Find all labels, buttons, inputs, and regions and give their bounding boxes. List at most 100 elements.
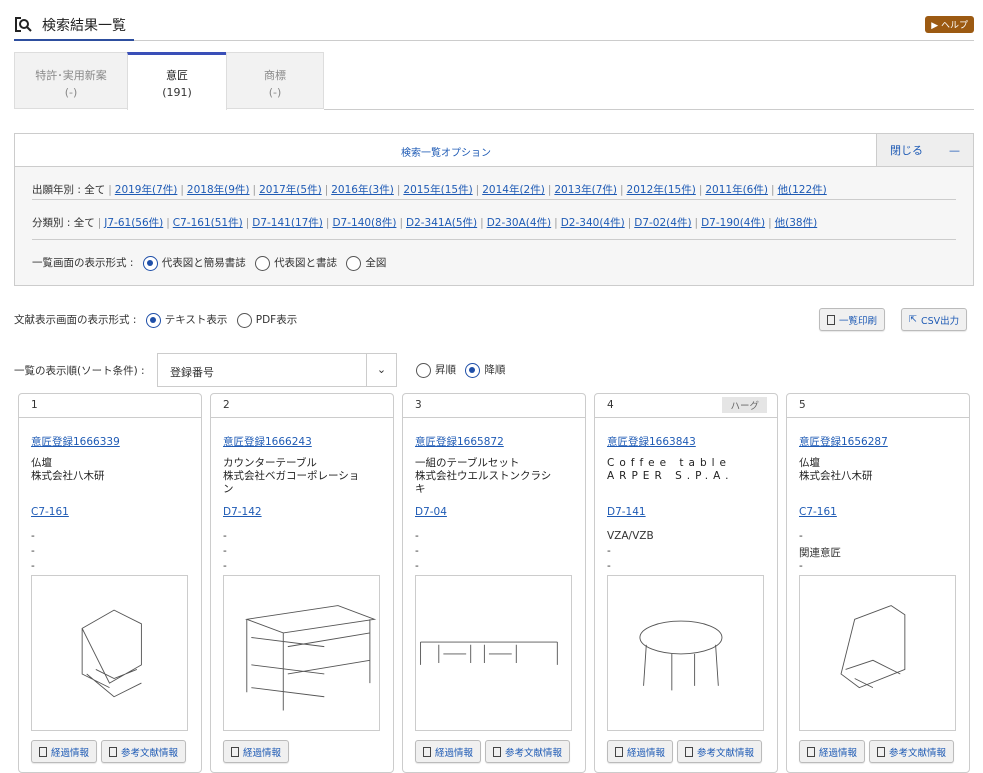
document-icon: [423, 747, 431, 757]
radio-label: 降順: [484, 364, 505, 376]
progress-info-button[interactable]: 経過情報: [31, 740, 97, 763]
tab-label: 商標: [227, 67, 323, 84]
year-filter-link[interactable]: 2018年(9件): [187, 184, 250, 196]
design-image[interactable]: [223, 575, 380, 731]
csv-export-button[interactable]: ⇱CSV出力: [901, 308, 967, 331]
sort-label: 一覧の表示順(ソート条件) :: [14, 363, 145, 378]
title-line: 株式会社八木研: [799, 470, 959, 483]
title-line: キ: [415, 483, 575, 496]
separator: |: [620, 184, 624, 196]
meta-line: -: [223, 545, 227, 557]
sort-order: 昇順 降順: [410, 362, 505, 378]
print-list-button[interactable]: 一覧印刷: [819, 308, 885, 331]
tab-patent[interactable]: 特許･実用新案(-): [14, 52, 128, 109]
class-filter: 分類別 : 全て|J7-61(56件)|C7-161(51件)|D7-141(1…: [32, 215, 956, 230]
design-image[interactable]: [31, 575, 188, 731]
meta-line: -: [415, 530, 419, 542]
separator: |: [695, 217, 699, 229]
reference-info-button[interactable]: 参考文献情報: [101, 740, 186, 763]
separator: |: [480, 217, 484, 229]
button-label: 参考文献情報: [505, 745, 562, 759]
cls-filter-link[interactable]: D7-140(8件): [332, 217, 396, 229]
progress-info-button[interactable]: 経過情報: [799, 740, 865, 763]
tab-label: 意匠: [128, 67, 226, 84]
cls-filter-link[interactable]: 他(38件): [775, 217, 818, 229]
year-filter-link[interactable]: 2011年(6件): [705, 184, 768, 196]
year-filter-link[interactable]: 2012年(15件): [627, 184, 696, 196]
help-label: ヘルプ: [941, 21, 968, 31]
progress-info-button[interactable]: 経過情報: [415, 740, 481, 763]
card-title: 一組のテーブルセット株式会社ウエルストンクラシキ: [415, 457, 575, 496]
registration-link[interactable]: 意匠登録1666339: [31, 434, 120, 449]
cls-filter-link[interactable]: D2-30A(4件): [487, 217, 551, 229]
year-filter-link[interactable]: 2016年(3件): [331, 184, 394, 196]
cls-filter-link[interactable]: D7-190(4件): [701, 217, 765, 229]
tab-count: (-): [227, 84, 323, 101]
result-card: 3 意匠登録1665872 一組のテーブルセット株式会社ウエルストンクラシキ D7-0…: [402, 393, 586, 773]
help-button[interactable]: ▶ ヘルプ: [925, 16, 974, 33]
title-line: カウンターテーブル: [223, 457, 383, 470]
classification-link[interactable]: D7-141: [607, 506, 646, 518]
radio-pdf-display[interactable]: [237, 313, 252, 328]
tab-label: 特許･実用新案: [15, 67, 127, 84]
year-filter-link[interactable]: 2015年(15件): [403, 184, 472, 196]
radio-descending[interactable]: [465, 363, 480, 378]
document-icon: [807, 747, 815, 757]
card-header: 3: [403, 394, 585, 418]
card-header: 1: [19, 394, 201, 418]
year-filter-link[interactable]: 他(122件): [778, 184, 827, 196]
sort-select[interactable]: 登録番号⌄: [157, 353, 397, 387]
reference-info-button[interactable]: 参考文献情報: [869, 740, 954, 763]
display-format-label: 一覧画面の表示形式 :: [32, 257, 133, 269]
button-label: 参考文献情報: [121, 745, 178, 759]
doc-display-format: 文献表示画面の表示形式 : テキスト表示 PDF表示: [14, 312, 297, 328]
close-options-button[interactable]: 閉じる—: [876, 134, 973, 166]
cls-filter-link[interactable]: J7-61(56件): [104, 217, 163, 229]
design-image[interactable]: [607, 575, 764, 731]
options-title: 検索一覧オプション: [15, 144, 877, 159]
classification-link[interactable]: C7-161: [799, 506, 837, 518]
registration-link[interactable]: 意匠登録1666243: [223, 434, 312, 449]
separator: |: [699, 184, 703, 196]
reference-info-button[interactable]: 参考文献情報: [677, 740, 762, 763]
registration-link[interactable]: 意匠登録1663843: [607, 434, 696, 449]
document-icon: [615, 747, 623, 757]
cls-filter-link[interactable]: D2-341A(5件): [406, 217, 477, 229]
card-buttons: 経過情報 参考文献情報: [31, 740, 186, 763]
radio-text-display[interactable]: [146, 313, 161, 328]
separator: |: [253, 184, 257, 196]
separator: |: [98, 217, 102, 229]
card-title: 仏壇株式会社八木研: [31, 457, 191, 483]
card-buttons: 経過情報参考文献情報: [799, 740, 954, 763]
design-image[interactable]: [799, 575, 956, 731]
registration-link[interactable]: 意匠登録1665872: [415, 434, 504, 449]
year-filter-link[interactable]: 2014年(2件): [482, 184, 545, 196]
year-filter-link[interactable]: 2019年(7件): [115, 184, 178, 196]
radio-ascending[interactable]: [416, 363, 431, 378]
radio-image-simple[interactable]: [143, 256, 158, 271]
document-icon: [231, 747, 239, 757]
radio-image-biblio[interactable]: [255, 256, 270, 271]
document-icon: [685, 747, 693, 757]
title-line: 仏壇: [31, 457, 191, 470]
cls-filter-link[interactable]: D2-340(4件): [561, 217, 625, 229]
progress-info-button[interactable]: 経過情報: [607, 740, 673, 763]
reference-info-button[interactable]: 参考文献情報: [485, 740, 570, 763]
year-filter-link[interactable]: 2017年(5件): [259, 184, 322, 196]
cls-filter-link[interactable]: C7-161(51件): [173, 217, 243, 229]
cls-filter-link[interactable]: D7-02(4件): [634, 217, 691, 229]
cls-filter-link[interactable]: D7-141(17件): [252, 217, 323, 229]
document-icon: [493, 747, 501, 757]
radio-all-images[interactable]: [346, 256, 361, 271]
classification-link[interactable]: D7-04: [415, 506, 447, 518]
tab-trademark[interactable]: 商標(-): [226, 52, 324, 109]
title-line: Coffee table: [607, 457, 767, 470]
progress-info-button[interactable]: 経過情報: [223, 740, 289, 763]
classification-link[interactable]: C7-161: [31, 506, 69, 518]
registration-link[interactable]: 意匠登録1656287: [799, 434, 888, 449]
tab-design[interactable]: 意匠(191): [127, 52, 227, 110]
year-filter-link[interactable]: 2013年(7件): [554, 184, 617, 196]
classification-link[interactable]: D7-142: [223, 506, 262, 518]
design-image[interactable]: [415, 575, 572, 731]
header-divider: [14, 40, 974, 41]
